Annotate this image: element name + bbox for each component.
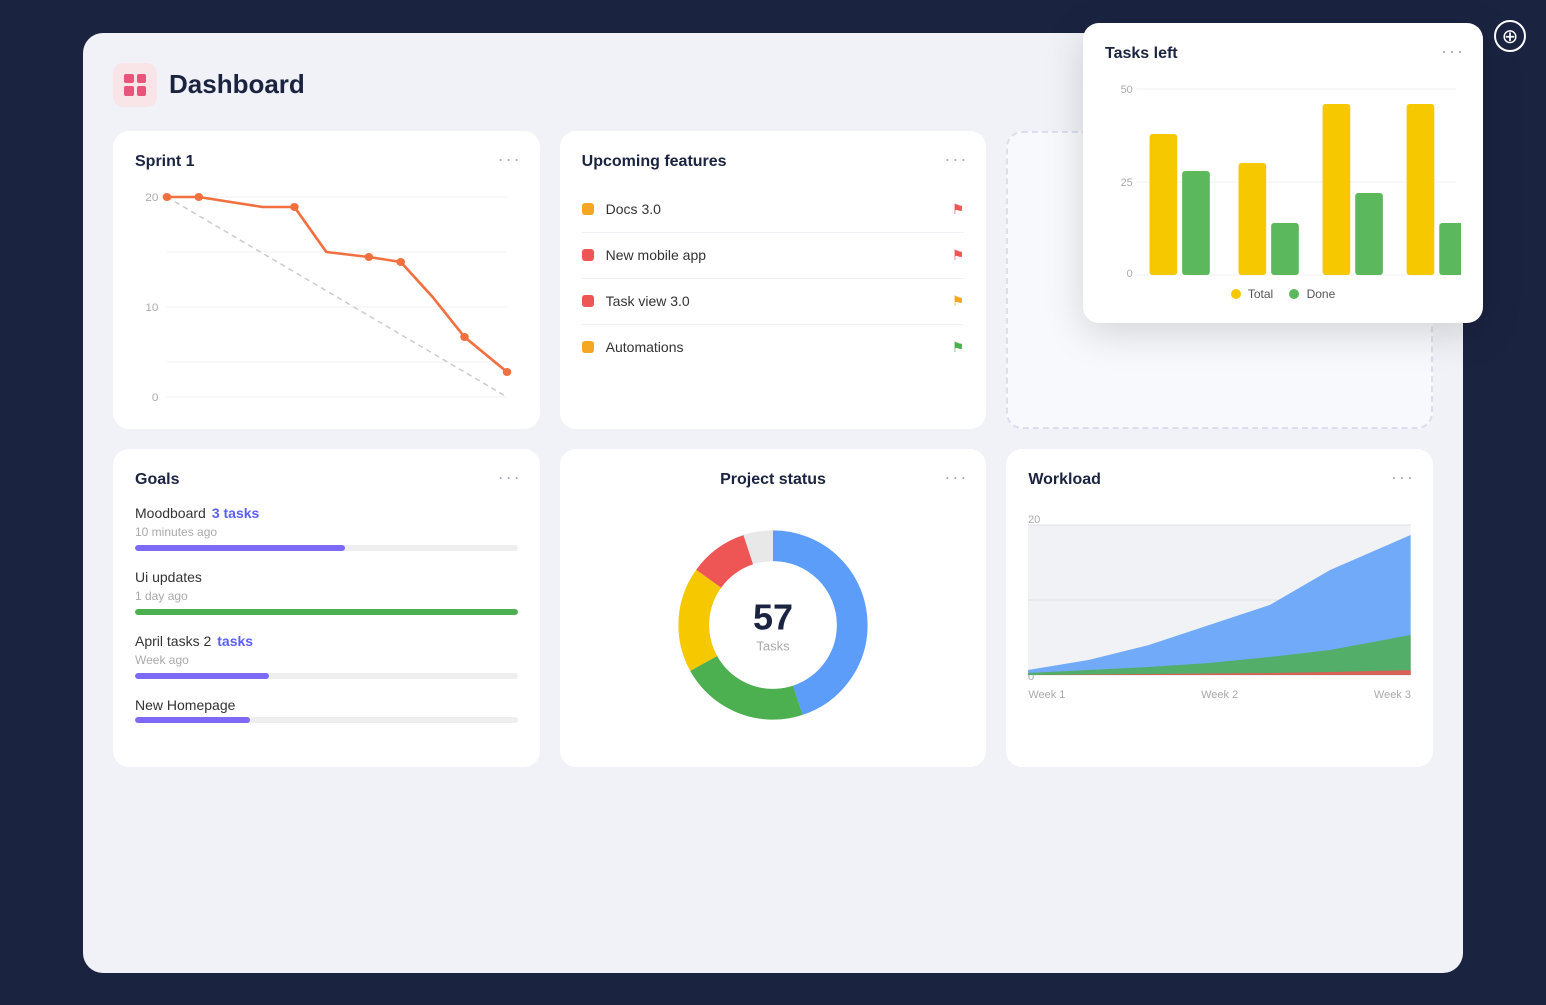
feature-name: Task view 3.0 (606, 293, 690, 309)
svg-text:0: 0 (152, 392, 159, 404)
feature-dot (582, 203, 594, 215)
add-button[interactable]: ⊕ (1494, 20, 1526, 52)
goal-tasks-link[interactable]: 3 tasks (212, 505, 259, 521)
svg-text:20: 20 (1028, 514, 1040, 526)
sprint-card-menu[interactable]: ··· (498, 149, 522, 170)
project-status-menu[interactable]: ··· (944, 467, 968, 488)
feature-flag: ⚑ (952, 247, 965, 264)
tasks-left-card: Tasks left ··· 50 25 0 (1083, 23, 1483, 323)
project-status-title: Project status (720, 471, 826, 489)
workload-chart: 20 0 (1028, 505, 1411, 685)
legend-total: Total (1231, 287, 1273, 301)
goal-item: April tasks 2 tasks Week ago (135, 633, 518, 679)
feature-item: Docs 3.0 ⚑ (582, 187, 965, 233)
goal-item: Ui updates 1 day ago (135, 569, 518, 615)
project-status-card: Project status ··· (560, 449, 987, 767)
logo (113, 63, 157, 107)
goals-card-title: Goals (135, 471, 518, 489)
feature-name: Automations (606, 339, 684, 355)
week-label: Week 1 (1028, 689, 1065, 701)
svg-text:25: 25 (1121, 176, 1133, 188)
feature-name: Docs 3.0 (606, 201, 661, 217)
features-card-menu[interactable]: ··· (944, 149, 968, 170)
feature-dot (582, 295, 594, 307)
goal-name: April tasks 2 (135, 633, 211, 649)
goal-tasks-link[interactable]: tasks (217, 633, 253, 649)
feature-flag: ⚑ (952, 339, 965, 356)
goal-name: Ui updates (135, 569, 202, 585)
svg-text:20: 20 (145, 192, 158, 204)
goal-time: 10 minutes ago (135, 525, 518, 539)
goal-time: Week ago (135, 653, 518, 667)
feature-dot (582, 249, 594, 261)
goal-time: 1 day ago (135, 589, 518, 603)
dashboard-container: Dashboard Sprint 1 ··· 20 10 0 (83, 33, 1463, 973)
goal-name: New Homepage (135, 697, 235, 713)
sprint-card-title: Sprint 1 (135, 153, 518, 171)
feature-flag: ⚑ (952, 201, 965, 218)
tasks-left-chart: 50 25 0 (1105, 79, 1461, 279)
goal-item: Moodboard 3 tasks 10 minutes ago (135, 505, 518, 551)
workload-card-menu[interactable]: ··· (1391, 467, 1415, 488)
donut-number: 57 (753, 596, 793, 638)
tasks-left-menu[interactable]: ··· (1441, 41, 1465, 62)
svg-text:0: 0 (1127, 267, 1133, 278)
tasks-left-title: Tasks left (1105, 45, 1461, 63)
svg-text:50: 50 (1121, 83, 1133, 95)
features-card-title: Upcoming features (582, 153, 965, 171)
feature-name: New mobile app (606, 247, 706, 263)
week-label: Week 3 (1374, 689, 1411, 701)
feature-item: Task view 3.0 ⚑ (582, 279, 965, 325)
donut-label: Tasks (753, 638, 793, 653)
feature-item: Automations ⚑ (582, 325, 965, 370)
donut-center: 57 Tasks (753, 596, 793, 653)
goals-card-menu[interactable]: ··· (498, 467, 522, 488)
feature-flag: ⚑ (952, 293, 965, 310)
chart-legend: Total Done (1105, 287, 1461, 301)
svg-text:10: 10 (145, 302, 158, 314)
week-label: Week 2 (1201, 689, 1238, 701)
workload-card-title: Workload (1028, 471, 1411, 489)
donut-chart: 57 Tasks (663, 515, 883, 735)
workload-x-labels: Week 1 Week 2 Week 3 (1028, 689, 1411, 701)
goal-item: New Homepage (135, 697, 518, 723)
page-title: Dashboard (169, 69, 305, 100)
sprint-chart: 20 10 0 (135, 187, 518, 407)
goal-name: Moodboard (135, 505, 206, 521)
workload-card: Workload ··· 20 0 (1006, 449, 1433, 767)
goals-card: Goals ··· Moodboard 3 tasks 10 minutes a… (113, 449, 540, 767)
sprint-card: Sprint 1 ··· 20 10 0 (113, 131, 540, 429)
feature-item: New mobile app ⚑ (582, 233, 965, 279)
legend-done: Done (1289, 287, 1335, 301)
features-card: Upcoming features ··· Docs 3.0 ⚑ New mob… (560, 131, 987, 429)
feature-dot (582, 341, 594, 353)
